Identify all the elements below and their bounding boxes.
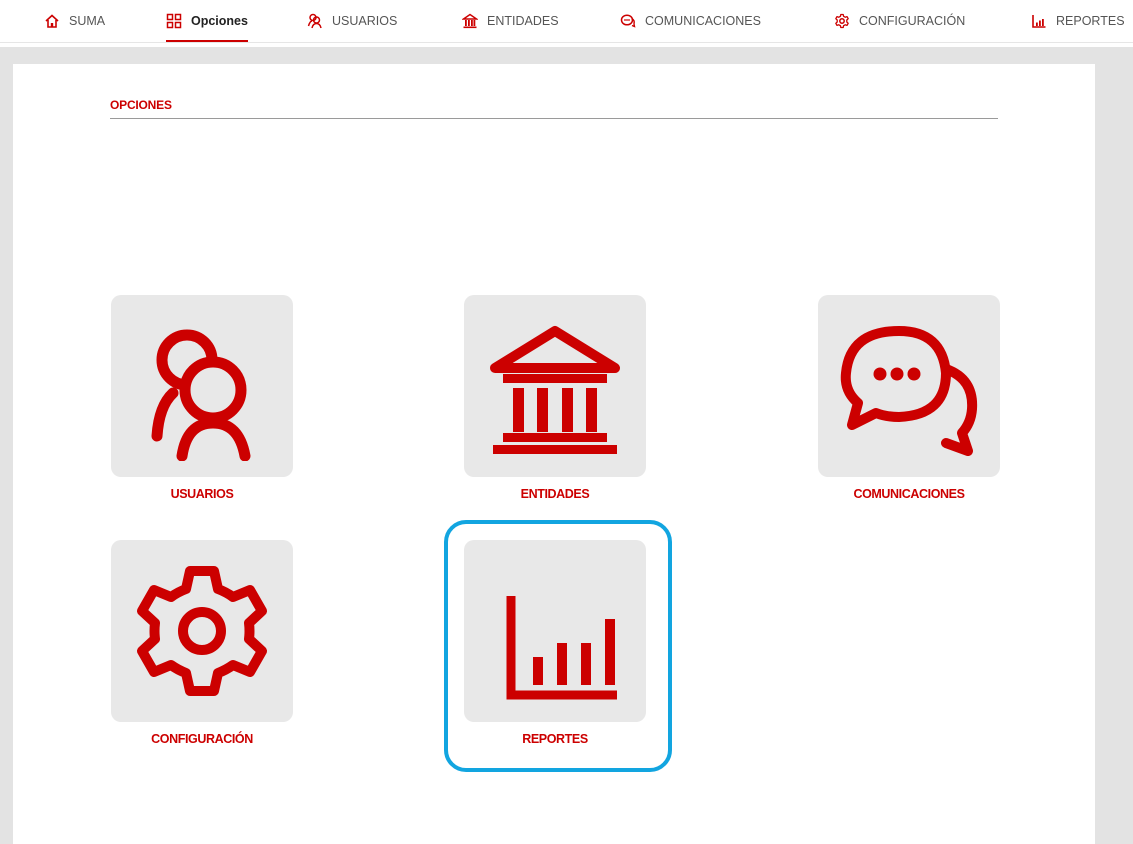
users-icon [307, 13, 323, 29]
chart-icon [506, 596, 617, 700]
nav-item-suma[interactable]: SUMA [44, 0, 105, 42]
chat-icon [620, 13, 636, 29]
tile-entidades[interactable]: ENTIDADES [464, 295, 646, 501]
bank-icon [490, 326, 620, 454]
page-title: OPCIONES [110, 94, 998, 119]
nav-item-label: Opciones [191, 14, 248, 28]
chat-icon [840, 326, 978, 456]
tile-usuarios[interactable]: USUARIOS [111, 295, 293, 501]
tile-reportes[interactable]: REPORTES [464, 540, 646, 746]
nav-item-label: REPORTES [1056, 14, 1125, 28]
nav-item-reportes[interactable]: REPORTES [1031, 0, 1125, 42]
tile-comunicaciones-box[interactable] [818, 295, 1000, 477]
gear-icon [137, 566, 267, 696]
tile-entidades-box[interactable] [464, 295, 646, 477]
chart-icon [1031, 13, 1047, 29]
tile-label: COMUNICACIONES [853, 487, 965, 501]
gear-icon [834, 13, 850, 29]
home-icon [44, 13, 60, 29]
tile-configuracion-box[interactable] [111, 540, 293, 722]
nav-item-label: COMUNICACIONES [645, 14, 761, 28]
tile-comunicaciones[interactable]: COMUNICACIONES [818, 295, 1000, 501]
nav-item-usuarios[interactable]: USUARIOS [307, 0, 397, 42]
tile-usuarios-box[interactable] [111, 295, 293, 477]
nav-item-label: USUARIOS [332, 14, 398, 28]
nav-item-label: CONFIGURACIÓN [859, 14, 966, 28]
nav-item-label: SUMA [69, 14, 106, 28]
users-icon [151, 329, 251, 461]
nav-item-comunicaciones[interactable]: COMUNICACIONES [620, 0, 761, 42]
tile-label: ENTIDADES [520, 487, 590, 501]
grid-icon [166, 13, 182, 29]
tile-reportes-box[interactable] [464, 540, 646, 722]
tile-label: REPORTES [522, 732, 588, 746]
nav-item-label: ENTIDADES [487, 14, 559, 28]
tile-label: CONFIGURACIÓN [151, 732, 253, 746]
tile-configuracion[interactable]: CONFIGURACIÓN [111, 540, 293, 746]
nav-item-configuracion[interactable]: CONFIGURACIÓN [834, 0, 965, 42]
top-navigation: SUMA Opciones USUARIOS ENTIDADES COMUNIC… [0, 0, 1133, 43]
bank-icon [462, 13, 478, 29]
tile-label: USUARIOS [170, 487, 234, 501]
nav-item-entidades[interactable]: ENTIDADES [462, 0, 559, 42]
nav-item-opciones[interactable]: Opciones [166, 0, 248, 42]
